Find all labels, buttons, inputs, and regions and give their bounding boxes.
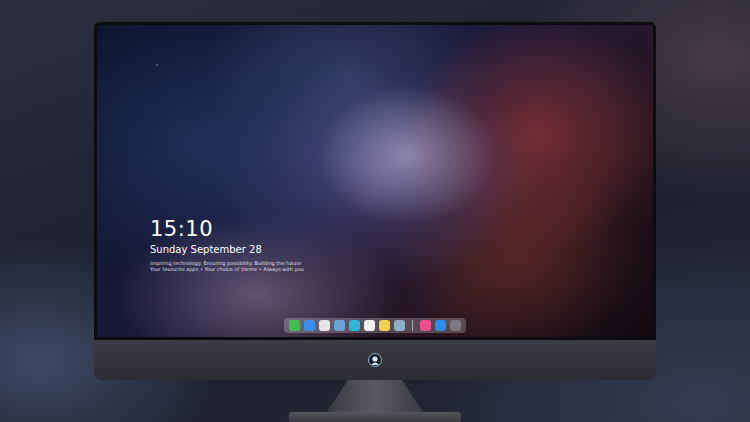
- dock-app-icon[interactable]: [394, 320, 405, 331]
- clock-date: Sunday September 28: [150, 243, 653, 256]
- dock-app-icon[interactable]: [319, 320, 330, 331]
- caption-line: Your favourite apps • Your choice of the…: [150, 266, 653, 272]
- dock-area: [97, 318, 653, 333]
- logo-icon: [368, 353, 382, 367]
- monitor-chin: [94, 340, 656, 380]
- dock-app-icon[interactable]: [349, 320, 360, 331]
- desktop: 15:10 Sunday September 28 Inspiring techno…: [97, 25, 653, 337]
- dock-separator: [412, 320, 413, 331]
- lock-clock: 15:10 Sunday September 28 Inspiring techno…: [150, 217, 653, 272]
- dock-app-icon[interactable]: [379, 320, 390, 331]
- dock-app-icon[interactable]: [304, 320, 315, 331]
- caption-line: Inspiring technology. Ensuring possibili…: [150, 260, 653, 266]
- clock-caption: Inspiring technology. Ensuring possibili…: [150, 260, 653, 272]
- dock-app-icon[interactable]: [420, 320, 431, 331]
- dock-app-icon[interactable]: [289, 320, 300, 331]
- monitor-stand: [327, 380, 423, 412]
- clock-time: 15:10: [150, 217, 653, 241]
- dock-app-icon[interactable]: [450, 320, 461, 331]
- dock-app-icon[interactable]: [334, 320, 345, 331]
- dock: [284, 318, 466, 333]
- monitor-base: [289, 412, 461, 422]
- dock-app-icon[interactable]: [364, 320, 375, 331]
- dock-app-icon[interactable]: [435, 320, 446, 331]
- monitor-screen: 15:10 Sunday September 28 Inspiring techno…: [94, 22, 656, 340]
